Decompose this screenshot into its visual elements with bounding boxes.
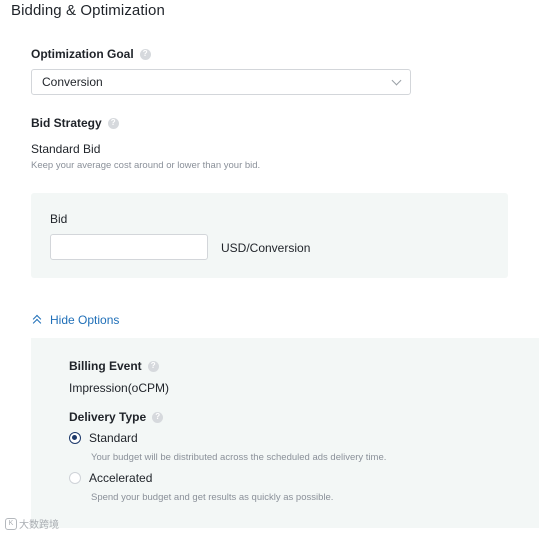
delivery-type-option-label: Standard xyxy=(89,431,138,445)
hide-options-toggle[interactable]: Hide Options xyxy=(32,313,120,328)
section-title: Bidding & Optimization xyxy=(11,2,165,19)
bid-strategy-value: Standard Bid xyxy=(31,142,101,156)
chevron-down-icon xyxy=(391,75,402,85)
delivery-type-label: Delivery Type xyxy=(69,410,147,424)
bid-strategy-label-row: Bid Strategy ? xyxy=(31,116,119,130)
help-icon[interactable]: ? xyxy=(152,411,164,423)
optimization-goal-selected-value: Conversion xyxy=(42,75,103,89)
delivery-type-label-row: Delivery Type ? xyxy=(69,410,164,424)
watermark-text: 大数跨境 xyxy=(19,520,59,531)
radio-checked-icon[interactable] xyxy=(69,432,81,444)
bid-unit-label: USD/Conversion xyxy=(221,241,311,255)
bid-strategy-label: Bid Strategy xyxy=(31,116,102,130)
delivery-type-option-standard[interactable]: Standard xyxy=(69,431,138,445)
double-chevron-up-icon xyxy=(32,314,42,328)
delivery-type-option-accelerated[interactable]: Accelerated xyxy=(69,471,152,485)
billing-event-label-row: Billing Event ? xyxy=(69,359,159,373)
bid-strategy-hint: Keep your average cost around or lower t… xyxy=(31,160,261,171)
watermark-logo-icon: K xyxy=(5,517,17,530)
radio-unchecked-icon[interactable] xyxy=(69,472,81,484)
watermark: K 大数跨境 xyxy=(5,516,59,531)
bid-input[interactable] xyxy=(50,234,208,260)
optimization-goal-select[interactable]: Conversion xyxy=(31,69,411,95)
hide-options-label: Hide Options xyxy=(50,313,120,327)
delivery-type-option-hint: Your budget will be distributed across t… xyxy=(91,452,387,463)
bid-label: Bid xyxy=(50,212,68,226)
optimization-goal-label: Optimization Goal xyxy=(31,47,134,61)
optimization-goal-label-row: Optimization Goal ? xyxy=(31,47,151,61)
billing-event-label: Billing Event xyxy=(69,359,142,373)
billing-event-value: Impression(oCPM) xyxy=(69,381,170,395)
help-icon[interactable]: ? xyxy=(139,48,151,60)
delivery-type-option-label: Accelerated xyxy=(89,471,153,485)
help-icon[interactable]: ? xyxy=(107,117,119,129)
delivery-type-option-hint: Spend your budget and get results as qui… xyxy=(91,492,334,503)
help-icon[interactable]: ? xyxy=(147,360,159,372)
